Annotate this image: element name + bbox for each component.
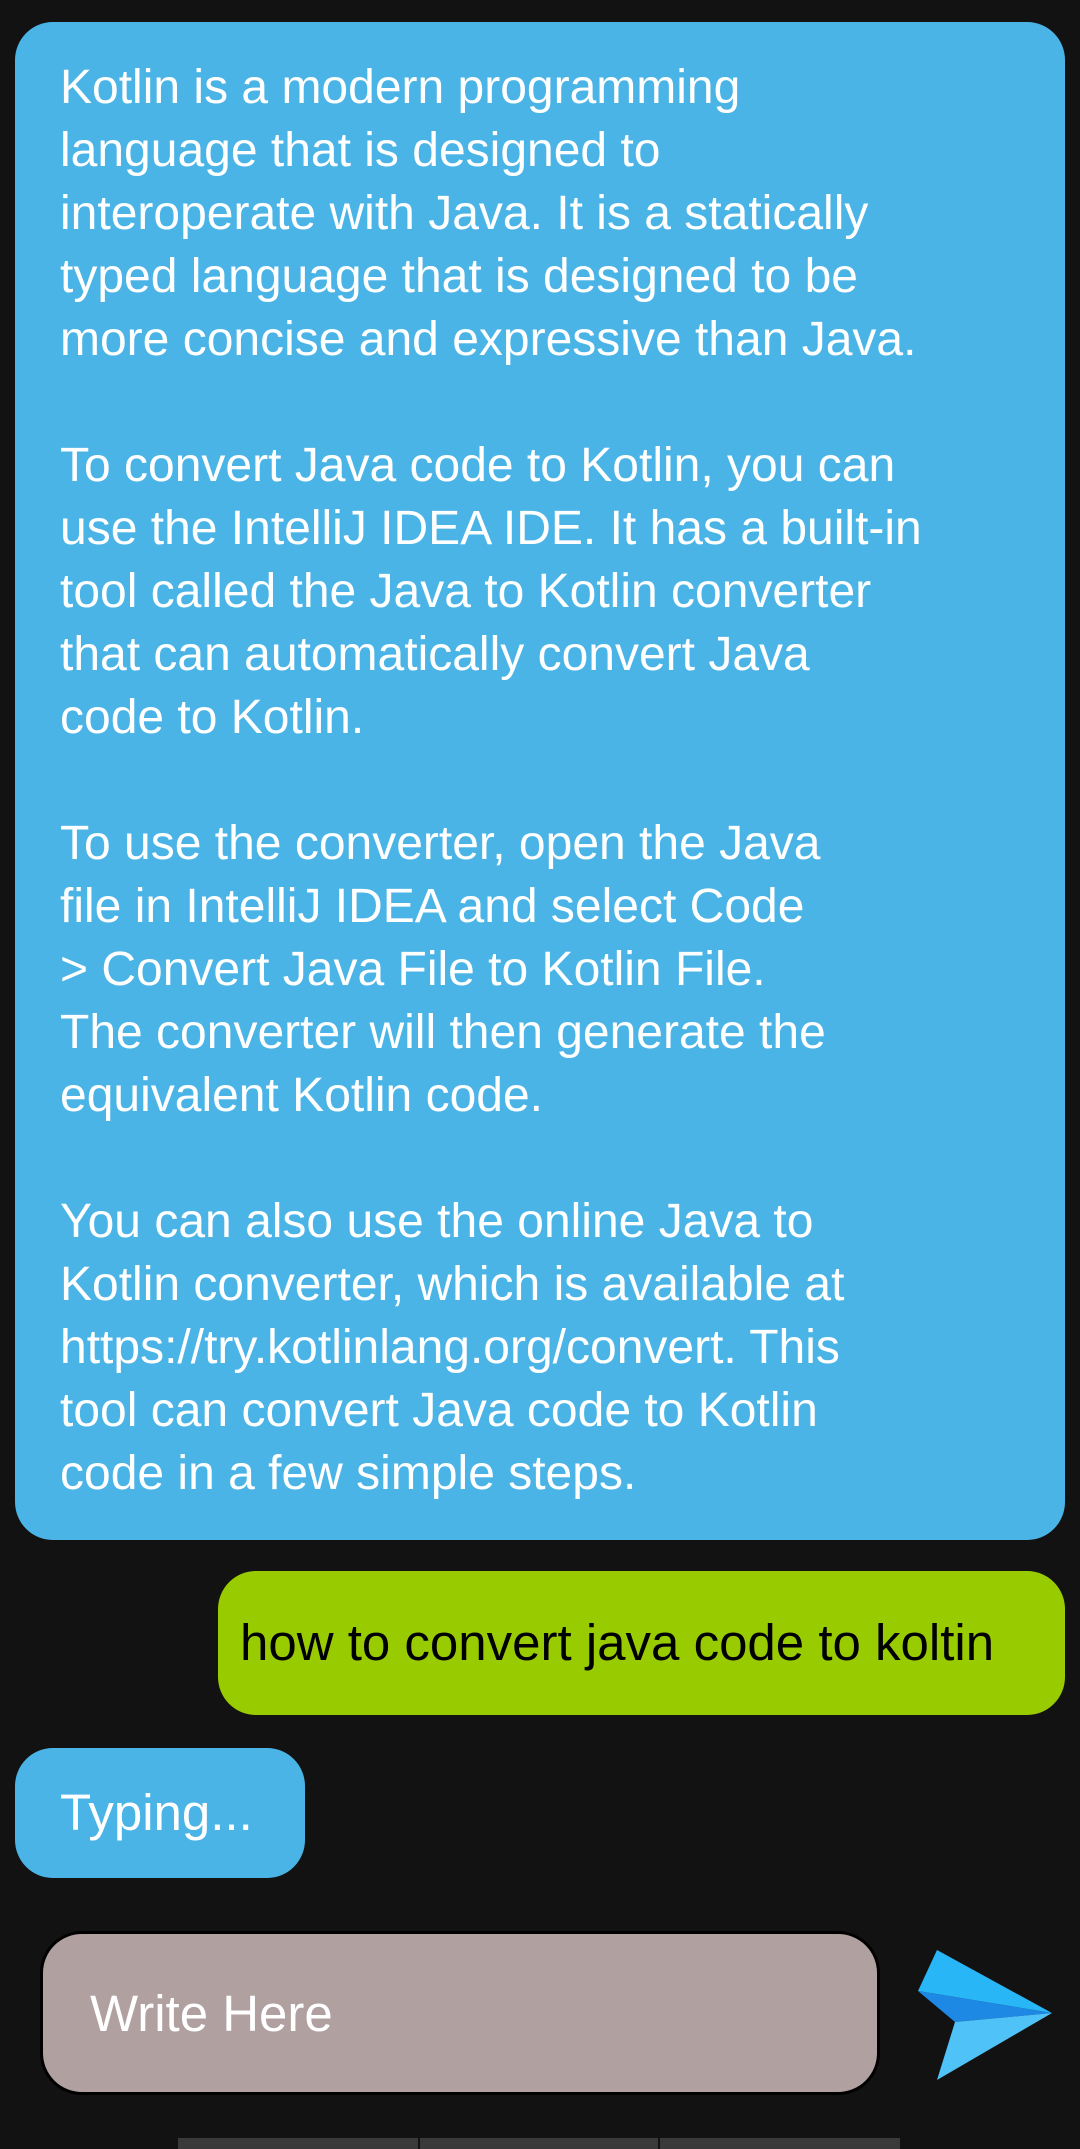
nav-bar-segment (178, 2138, 418, 2149)
bot-message-paragraph: You can also use the online Java to Kotl… (60, 1195, 845, 1500)
bot-message-paragraph: To convert Java code to Kotlin, you can … (60, 439, 922, 744)
user-message-bubble: how to convert java code to koltin (218, 1571, 1065, 1715)
message-input[interactable] (88, 1982, 877, 2044)
send-icon (918, 1950, 1052, 2080)
message-composer[interactable] (40, 1931, 880, 2095)
bot-message-bubble: Kotlin is a modern programming language … (15, 22, 1065, 1540)
nav-bar-segment (660, 2138, 900, 2149)
nav-bar-segment (420, 2138, 658, 2149)
bot-message-paragraph: To use the converter, open the Java file… (60, 817, 826, 1122)
typing-indicator: Typing... (15, 1748, 305, 1878)
send-button[interactable] (915, 1950, 1055, 2080)
bot-message-paragraph: Kotlin is a modern programming language … (60, 61, 917, 366)
